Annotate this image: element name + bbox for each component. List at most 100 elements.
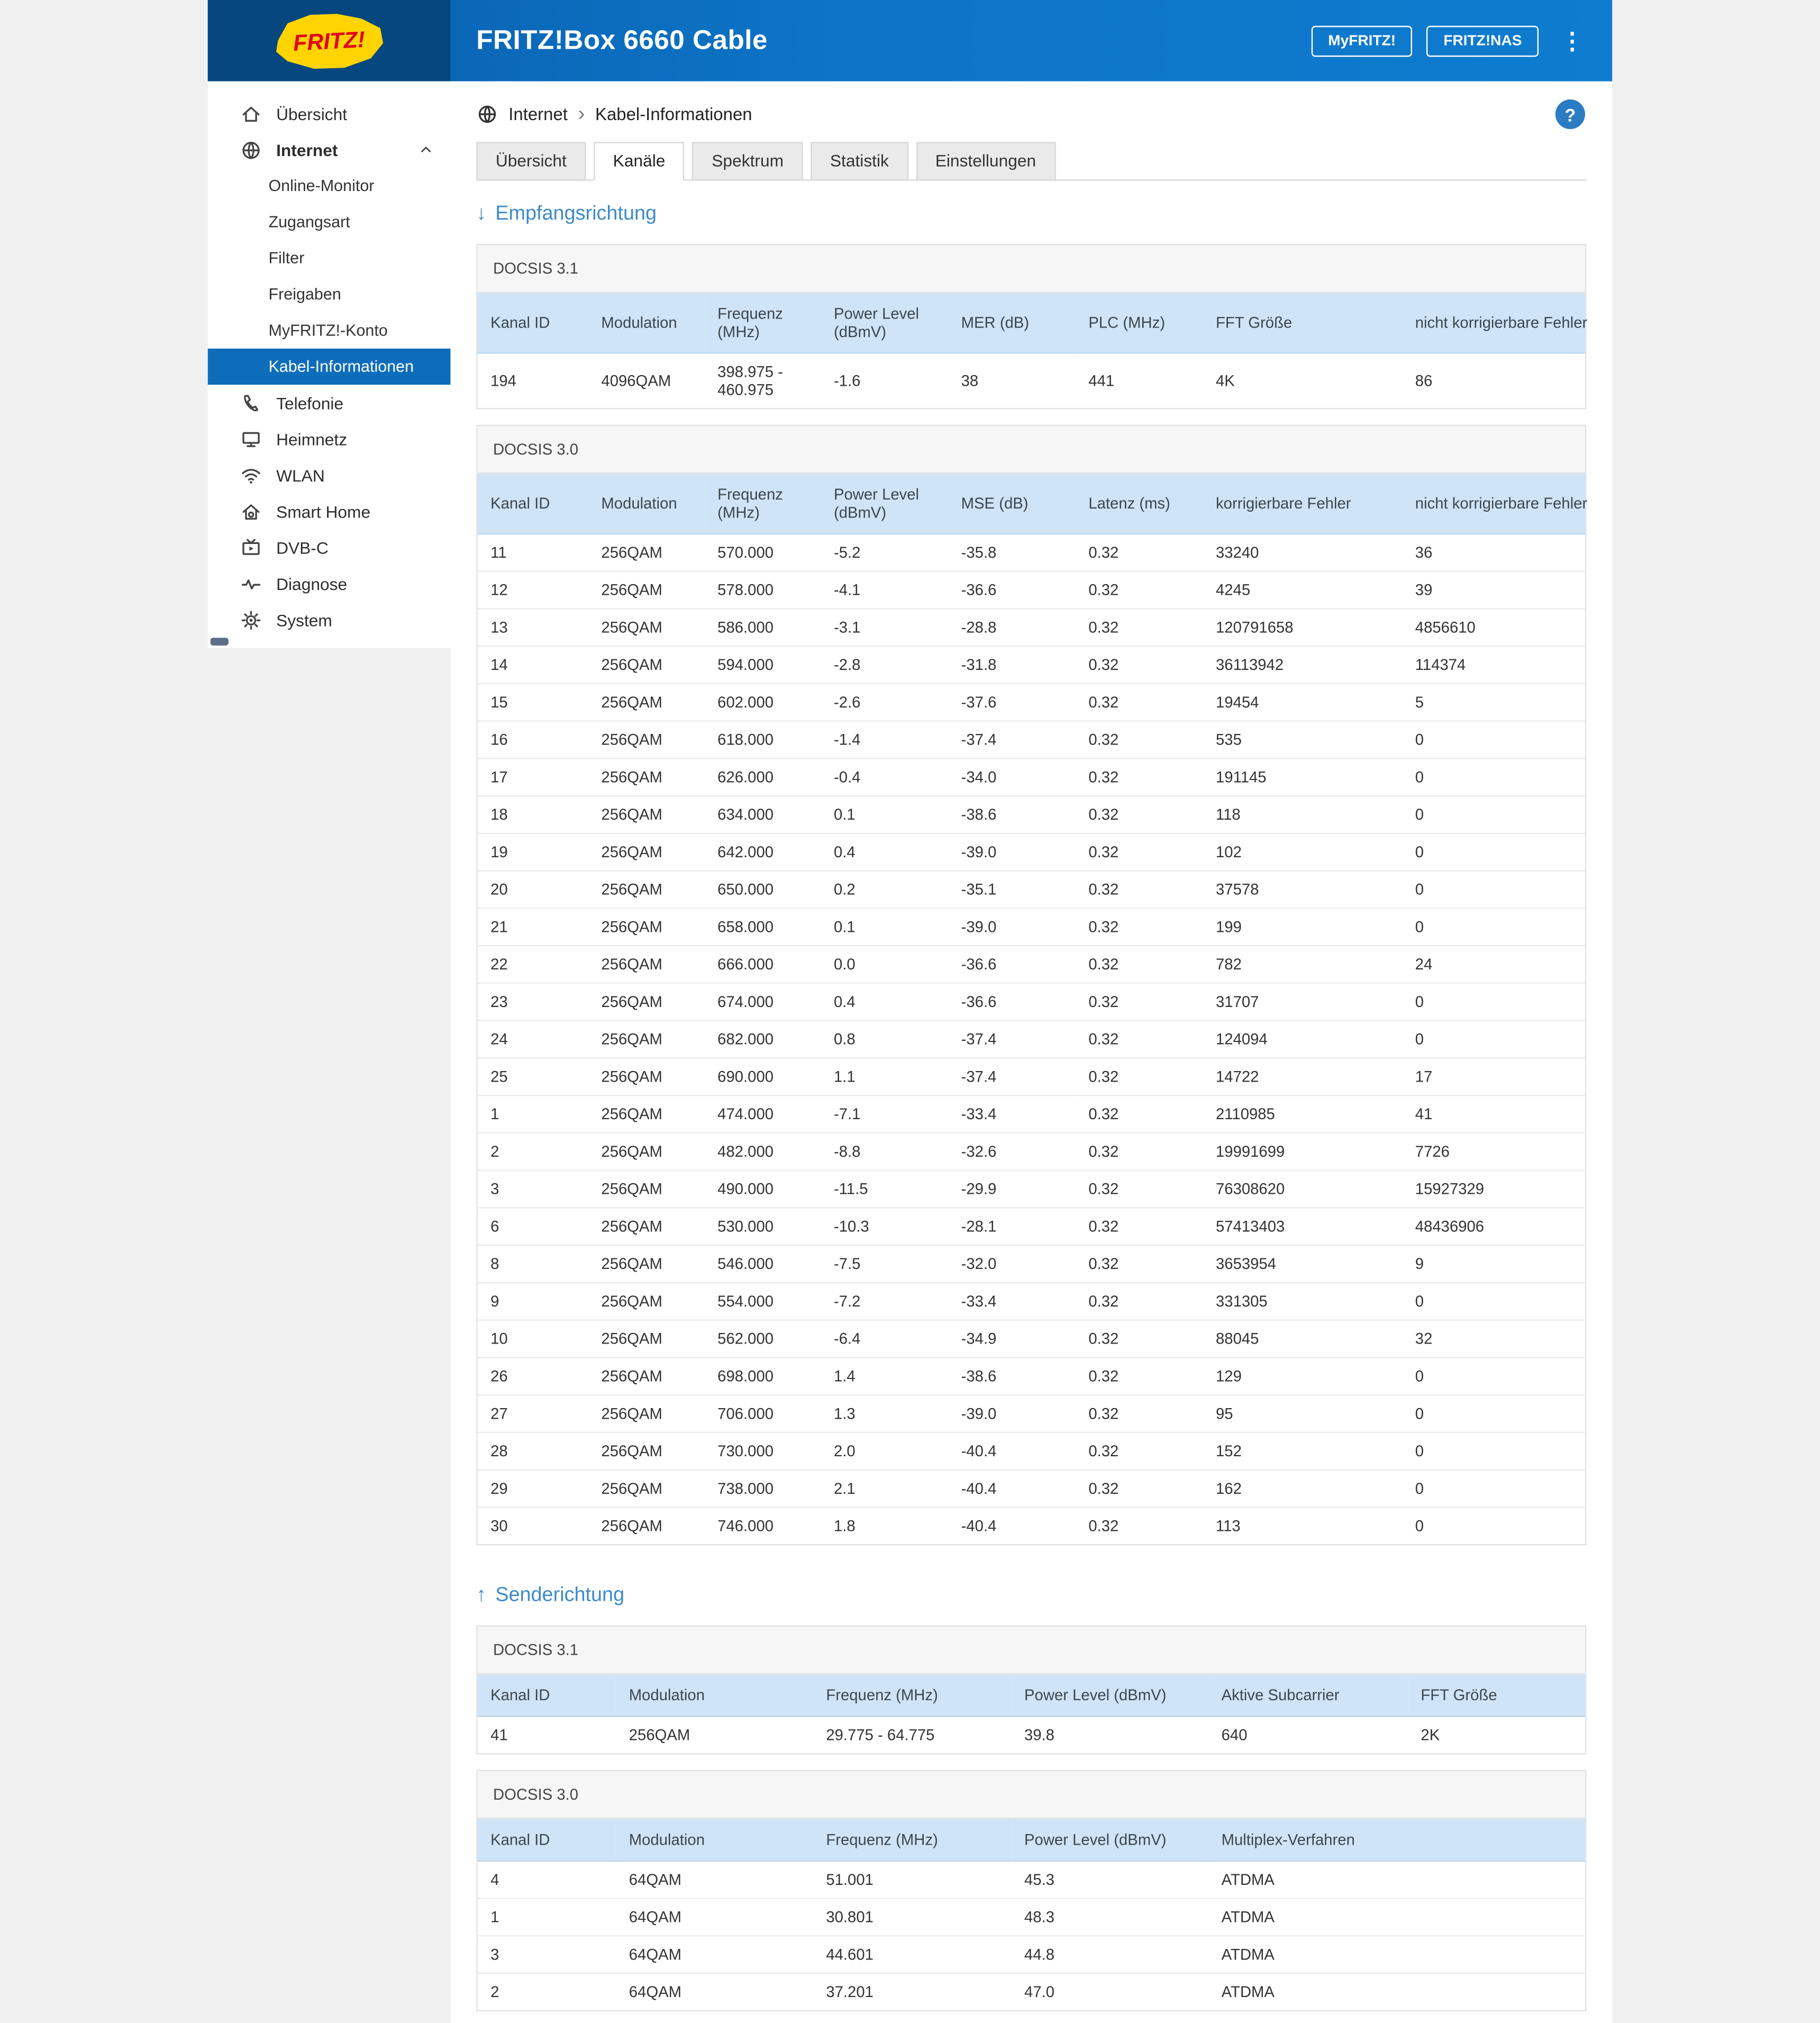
table-cell: 64QAM xyxy=(616,1861,813,1899)
table-cell: 0 xyxy=(1402,796,1585,833)
table-cell: -40.4 xyxy=(948,1470,1076,1508)
table-cell: 0.4 xyxy=(821,833,949,871)
table-cell: 256QAM xyxy=(588,571,705,609)
tv-icon xyxy=(240,537,262,558)
table-cell: 256QAM xyxy=(588,908,705,946)
table-cell: 12 xyxy=(478,571,588,609)
table-cell: 5 xyxy=(1402,684,1585,721)
myfritz-button[interactable]: MyFRITZ! xyxy=(1312,25,1413,57)
table-cell: 666.000 xyxy=(705,946,821,983)
table-cell: 698.000 xyxy=(705,1357,821,1395)
table-cell: 44.601 xyxy=(813,1936,1012,1973)
table-cell: 21 xyxy=(478,908,588,946)
table-cell: 1 xyxy=(478,1095,588,1133)
table-cell: 9 xyxy=(1402,1245,1585,1283)
table-cell: 0.32 xyxy=(1076,833,1203,871)
table-cell: 256QAM xyxy=(588,1283,705,1320)
table-cell: 730.000 xyxy=(705,1432,821,1470)
table-cell: 19454 xyxy=(1203,684,1403,721)
upstream-docsis30-block: DOCSIS 3.0 Kanal IDModulationFrequenz (M… xyxy=(476,1770,1586,2011)
table-cell: 746.000 xyxy=(705,1507,821,1544)
tab-kan-le[interactable]: Kanäle xyxy=(594,142,685,180)
table-cell: 256QAM xyxy=(588,758,705,796)
sidebar-subitem-myfritz-konto[interactable]: MyFRITZ!-Konto xyxy=(208,312,451,348)
sidebar-nav: ÜbersichtInternetOnline-MonitorZugangsar… xyxy=(208,96,451,638)
sidebar-item-heimnetz[interactable]: Heimnetz xyxy=(208,421,451,457)
table-cell: 76308620 xyxy=(1203,1171,1403,1208)
tab-bar: ÜbersichtKanäleSpektrumStatistikEinstell… xyxy=(476,142,1586,180)
table-header-row: Kanal IDModulationFrequenz (MHz)Power Le… xyxy=(478,293,1585,353)
table-cell: 602.000 xyxy=(705,684,821,721)
sidebar-item-internet[interactable]: Internet xyxy=(208,132,451,168)
sidebar-item-label: DVB-C xyxy=(276,538,329,557)
table-cell: 2K xyxy=(1408,1717,1585,1754)
table-cell: 658.000 xyxy=(705,908,821,946)
table-cell: 256QAM xyxy=(588,609,705,646)
tab-einstellungen[interactable]: Einstellungen xyxy=(916,142,1055,180)
table-cell: 0.32 xyxy=(1076,721,1203,759)
sidebar-item-wlan[interactable]: WLAN xyxy=(208,457,451,493)
table-cell: 626.000 xyxy=(705,758,821,796)
table-row: 41256QAM29.775 - 64.77539.86402K xyxy=(478,1717,1585,1754)
sidebar-item-dvb-c[interactable]: DVB-C xyxy=(208,529,451,565)
table-cell: 0.32 xyxy=(1076,1507,1203,1544)
table-cell: 0.1 xyxy=(821,908,949,946)
table-cell: 0.32 xyxy=(1076,1021,1203,1058)
sidebar-item-bersicht[interactable]: Übersicht xyxy=(208,96,451,132)
up-arrow-icon: ↑ xyxy=(476,1584,486,1608)
sidebar-item-system[interactable]: System xyxy=(208,602,451,638)
table-cell: 0.32 xyxy=(1076,1357,1203,1395)
table-cell: 256QAM xyxy=(588,871,705,909)
breadcrumb: Internet › Kabel-Informationen xyxy=(476,81,1586,142)
help-button[interactable]: ? xyxy=(1555,99,1585,129)
sidebar-subitem-zugangsart[interactable]: Zugangsart xyxy=(208,204,451,240)
sidebar-subitem-kabel-informationen[interactable]: Kabel-Informationen xyxy=(208,349,451,385)
table-cell: 256QAM xyxy=(588,721,705,759)
table-cell: 0.32 xyxy=(1076,684,1203,721)
table-cell: 441 xyxy=(1076,353,1203,408)
sidebar-item-label: Heimnetz xyxy=(276,429,347,449)
table-cell: -1.6 xyxy=(821,353,949,408)
table-cell: 0.32 xyxy=(1076,571,1203,609)
table-cell: 0.32 xyxy=(1076,609,1203,646)
tab-spektrum[interactable]: Spektrum xyxy=(693,142,803,180)
sidebar-subitem-online-monitor[interactable]: Online-Monitor xyxy=(208,168,451,204)
table-row: 164QAM30.80148.3ATDMA xyxy=(478,1899,1585,1936)
table-row: 1944096QAM398.975 - 460.975-1.6384414K86 xyxy=(478,353,1585,408)
table-row: 13256QAM586.000-3.1-28.80.32120791658485… xyxy=(478,609,1585,646)
table-cell: 0 xyxy=(1402,1283,1585,1320)
column-header: FFT Größe xyxy=(1203,293,1403,353)
breadcrumb-internet[interactable]: Internet xyxy=(508,105,568,124)
table-cell: -37.4 xyxy=(948,721,1076,759)
table-cell: 0 xyxy=(1402,908,1585,946)
table-cell: 194 xyxy=(478,353,588,408)
sidebar-item-label: Telefonie xyxy=(276,393,343,413)
sidebar-item-diagnose[interactable]: Diagnose xyxy=(208,566,451,602)
sidebar-scrollbar-thumb[interactable] xyxy=(211,638,229,646)
sidebar-item-telefonie[interactable]: Telefonie xyxy=(208,385,451,421)
sidebar-item-smart-home[interactable]: Smart Home xyxy=(208,493,451,529)
table-cell: -32.0 xyxy=(948,1245,1076,1283)
table-cell: 129 xyxy=(1203,1357,1403,1395)
table-cell: 95 xyxy=(1203,1395,1403,1432)
table-cell: 0.4 xyxy=(821,983,949,1021)
upstream-docsis30-table: Kanal IDModulationFrequenz (MHz)Power Le… xyxy=(478,1819,1585,2010)
table-cell: 30.801 xyxy=(813,1899,1012,1936)
table-cell: 41 xyxy=(1402,1095,1585,1133)
table-cell: 45.3 xyxy=(1012,1861,1209,1899)
table-row: 9256QAM554.000-7.2-33.40.323313050 xyxy=(478,1283,1585,1320)
tab-statistik[interactable]: Statistik xyxy=(811,142,908,180)
column-header: Modulation xyxy=(616,1674,813,1716)
fritznas-button[interactable]: FRITZ!NAS xyxy=(1427,25,1539,57)
table-cell: 3 xyxy=(478,1171,588,1208)
table-cell: 594.000 xyxy=(705,646,821,684)
sidebar-subitem-freigaben[interactable]: Freigaben xyxy=(208,276,451,312)
header-actions: MyFRITZ! FRITZ!NAS ⋮ xyxy=(1312,25,1613,57)
table-cell: 19 xyxy=(478,833,588,871)
table-cell: 642.000 xyxy=(705,833,821,871)
kebab-menu-icon[interactable]: ⋮ xyxy=(1553,29,1591,52)
sidebar-subitem-filter[interactable]: Filter xyxy=(208,240,451,276)
table-cell: 578.000 xyxy=(705,571,821,609)
tab-bersicht[interactable]: Übersicht xyxy=(476,142,586,180)
table-cell: 640 xyxy=(1208,1717,1408,1754)
